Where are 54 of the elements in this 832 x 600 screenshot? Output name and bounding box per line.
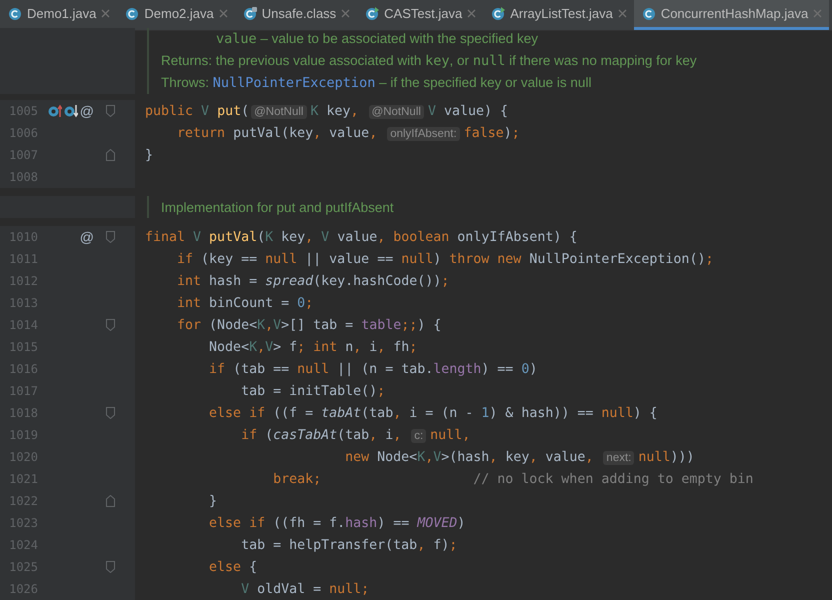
fold-icon[interactable] <box>106 149 114 161</box>
fold-icon[interactable] <box>106 561 114 573</box>
close-icon[interactable] <box>218 9 228 18</box>
annotation-marker[interactable]: @ <box>80 103 94 119</box>
editor-tab[interactable]: CASTest.java <box>357 0 484 30</box>
close-icon[interactable] <box>813 9 822 18</box>
code-line: final V putVal(K key, V value, boolean onlyIfAbsent) { <box>144 230 578 244</box>
fold-icon[interactable] <box>106 231 114 243</box>
fold-icon[interactable] <box>106 495 114 507</box>
editor-tab[interactable]: ConcurrentHashMap.java <box>634 0 830 30</box>
close-icon[interactable] <box>467 9 476 18</box>
class-icon <box>491 6 506 20</box>
code-line: break; // no lock when adding to empty bin <box>272 472 754 486</box>
editor-tab[interactable]: ArrayListTest.java <box>483 0 634 30</box>
code-line: public V put( @NotNull K key, @NotNull V value) { <box>144 104 508 118</box>
doc-link[interactable]: NullPointerException <box>212 75 376 91</box>
code-line: new Node<K,V>(hash, key, value, next: null))) <box>344 450 694 464</box>
doc-comment-text: Returns: the previous value associated with key, or null if there was no mapping for key <box>161 53 697 69</box>
annotation-marker[interactable]: @ <box>80 229 94 245</box>
close-icon[interactable] <box>101 9 110 18</box>
class-icon <box>242 6 257 20</box>
doc-comment-text: Throws: NullPointerException – if the specified key or value is null <box>161 75 592 91</box>
code-line: if (tab == null || (n = tab.length) == 0) <box>208 362 538 376</box>
fold-icon[interactable] <box>106 319 114 331</box>
code-line: tab = helpTransfer(tab, f); <box>240 538 458 552</box>
code-line: else { <box>208 560 258 574</box>
editor-tab[interactable]: Demo1.java <box>0 0 118 30</box>
class-icon <box>8 6 22 20</box>
code-line: tab = initTable(); <box>240 384 386 398</box>
fold-icon[interactable] <box>106 407 114 419</box>
code-line: else if ((fh = f.hash) == MOVED) <box>208 516 466 530</box>
doc-comment-text: value – value to be associated with the specified key <box>216 31 538 47</box>
class-icon <box>365 6 380 20</box>
code-line: } <box>208 494 218 508</box>
overrides-icon[interactable] <box>48 104 62 118</box>
code-line: int binCount = 0; <box>176 296 314 310</box>
code-line: } <box>144 148 154 162</box>
code-line: Node<K,V> f; int n, i, fh; <box>208 340 418 354</box>
class-icon <box>642 6 656 20</box>
implemented-icon[interactable] <box>64 104 78 118</box>
close-icon[interactable] <box>618 9 627 18</box>
code-line: V oldVal = null; <box>240 582 370 596</box>
code-line: else if ((f = tabAt(tab, i = (n - 1) & hash)) == null) { <box>208 406 658 420</box>
code-line: return putVal(key, value, onlyIfAbsent: false); <box>176 126 520 140</box>
doc-comment-text: Implementation for put and putIfAbsent <box>161 200 394 214</box>
code-line: if (key == null || value == null) throw new NullPointerException(); <box>176 252 714 266</box>
code-line: if (casTabAt(tab, i, c: null, <box>240 428 470 442</box>
editor-tab[interactable]: Unsafe.class <box>234 0 358 30</box>
code-line: int hash = spread(key.hashCode()); <box>176 274 450 288</box>
editor-tab[interactable]: Demo2.java <box>117 0 235 30</box>
code-line: for (Node<K,V>[] tab = table;;) { <box>176 318 442 332</box>
fold-icon[interactable] <box>106 105 114 117</box>
close-icon[interactable] <box>341 9 350 18</box>
class-icon <box>125 6 140 20</box>
